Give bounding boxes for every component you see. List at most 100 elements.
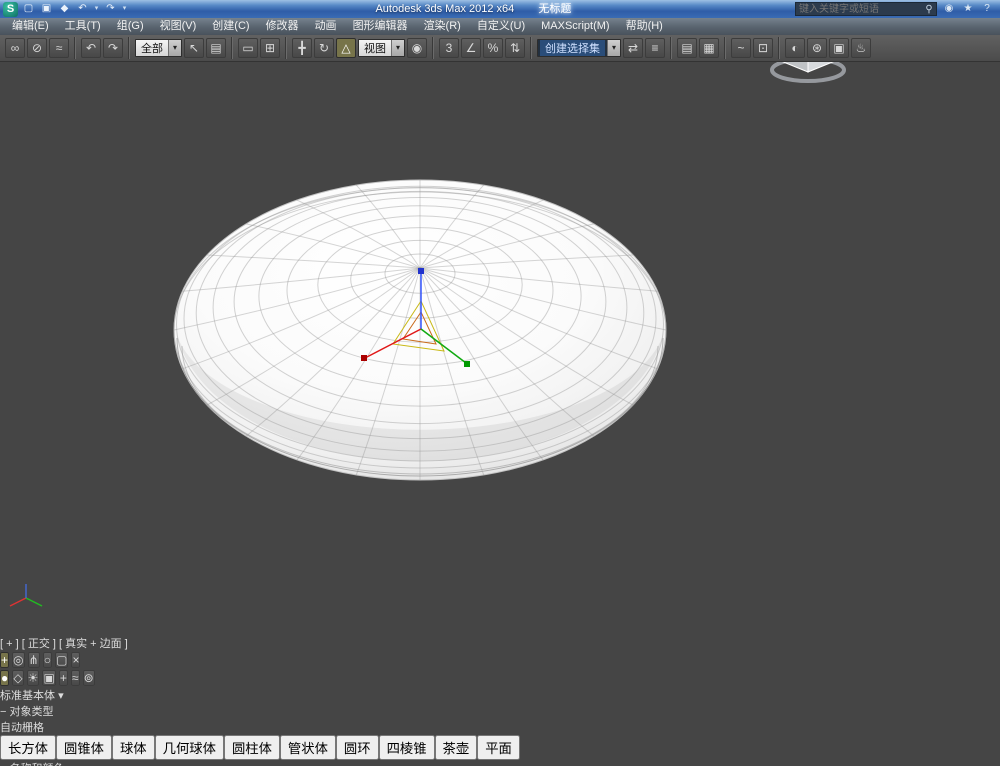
select-by-name-icon[interactable]: ▤ — [206, 38, 226, 58]
move-icon[interactable]: ╋ — [292, 38, 312, 58]
geometry-icon[interactable]: ● — [0, 670, 9, 686]
menubar-item-7[interactable]: 图形编辑器 — [345, 18, 416, 35]
primitive-button-1[interactable]: 圆锥体 — [56, 735, 112, 760]
menubar-item-3[interactable]: 视图(V) — [152, 18, 205, 35]
snap-3d-icon[interactable]: 3 — [439, 38, 459, 58]
open-file-icon[interactable]: ▣ — [39, 2, 54, 16]
curve-editor-icon[interactable]: ~ — [731, 38, 751, 58]
percent-snap-icon[interactable]: % — [483, 38, 503, 58]
undo-icon[interactable]: ↶ — [75, 2, 90, 16]
select-link-icon[interactable]: ∞ — [5, 38, 25, 58]
app-logo-icon[interactable]: S — [3, 2, 18, 17]
viewport-canvas[interactable] — [0, 0, 856, 632]
reference-coordinate-dropdown[interactable]: 视图▾ — [358, 39, 405, 57]
create-tab-icon[interactable]: + — [0, 652, 9, 668]
primitive-button-grid: 长方体圆锥体球体几何球体圆柱体管状体圆环四棱锥茶壶平面 — [0, 735, 1000, 760]
menu-bar: 编辑(E)工具(T)组(G)视图(V)创建(C)修改器动画图形编辑器渲染(R)自… — [0, 18, 1000, 35]
undo-icon[interactable]: ↶ — [81, 38, 101, 58]
viewport[interactable]: [ + ] [ 正交 ] [ 真实 + 边面 ] — [0, 0, 1000, 651]
dropdown-arrow-icon: ▾ — [168, 40, 181, 56]
select-object-icon[interactable]: ↖ — [184, 38, 204, 58]
3ds-max-window: S ▢ ▣ ◆ ↶ ▾ ↷ ▾ Autodesk 3ds Max 2012 x6… — [0, 0, 1000, 766]
menubar-item-10[interactable]: MAXScript(M) — [533, 18, 617, 35]
primitive-category-dropdown[interactable]: 标准基本体 ▾ — [0, 687, 1000, 703]
lights-icon[interactable]: ☀ — [27, 670, 40, 686]
primitive-button-0[interactable]: 长方体 — [0, 735, 56, 760]
viewport-general-menu[interactable]: [ + ] — [0, 638, 19, 650]
material-editor-icon[interactable]: ◐ — [785, 38, 805, 58]
align-icon[interactable]: ≡ — [645, 38, 665, 58]
autogrid-label: 自动栅格 — [0, 722, 44, 734]
helpers-icon[interactable]: + — [59, 670, 68, 686]
angle-snap-icon[interactable]: ∠ — [461, 38, 481, 58]
window-crossing-icon[interactable]: ⊞ — [260, 38, 280, 58]
utilities-tab-icon[interactable]: × — [71, 652, 80, 668]
primitive-button-8[interactable]: 茶壶 — [435, 735, 478, 760]
render-icon[interactable]: ♨ — [851, 38, 871, 58]
menubar-item-11[interactable]: 帮助(H) — [618, 18, 671, 35]
display-tab-icon[interactable]: ▢ — [55, 652, 68, 668]
pivot-icon[interactable]: ◉ — [407, 38, 427, 58]
menubar-item-8[interactable]: 渲染(R) — [416, 18, 469, 35]
rollout-object-type-label: 对象类型 — [10, 706, 54, 718]
scale-icon[interactable]: △ — [336, 38, 356, 58]
primitive-button-3[interactable]: 几何球体 — [155, 735, 224, 760]
unlink-icon[interactable]: ⊘ — [27, 38, 47, 58]
dropdown-arrow-icon[interactable]: ▾ — [121, 2, 128, 16]
selection-filter-dropdown[interactable]: 全部▾ — [135, 39, 182, 57]
title-bar: S ▢ ▣ ◆ ↶ ▾ ↷ ▾ Autodesk 3ds Max 2012 x6… — [0, 0, 1000, 18]
app-title: Autodesk 3ds Max 2012 x64 — [375, 3, 514, 15]
primitive-button-7[interactable]: 四棱锥 — [379, 735, 435, 760]
communication-icon[interactable]: ◉ — [942, 2, 956, 16]
spinner-snap-icon[interactable]: ⇅ — [505, 38, 525, 58]
menubar-item-9[interactable]: 自定义(U) — [469, 18, 533, 35]
menubar-item-4[interactable]: 创建(C) — [204, 18, 257, 35]
cameras-icon[interactable]: ▣ — [42, 670, 55, 686]
menubar-item-2[interactable]: 组(G) — [109, 18, 152, 35]
primitive-button-6[interactable]: 圆环 — [336, 735, 379, 760]
viewport-shading-menu[interactable]: [ 真实 + 边面 ] — [59, 638, 128, 650]
layers-icon[interactable]: ▤ — [677, 38, 697, 58]
infocenter-search-input[interactable] — [796, 3, 922, 15]
command-panel: + ◎ ⋔ ○ ▢ × ● ◇ ☀ ▣ + ≈ ⊚ 标准基本体 ▾ − 对象类型… — [0, 651, 1000, 766]
window-title: Autodesk 3ds Max 2012 x64 无标题 — [375, 0, 576, 18]
rotate-icon[interactable]: ↻ — [314, 38, 334, 58]
rendered-frame-icon[interactable]: ▣ — [829, 38, 849, 58]
menubar-item-6[interactable]: 动画 — [307, 18, 345, 35]
motion-tab-icon[interactable]: ○ — [43, 652, 52, 668]
modify-tab-icon[interactable]: ◎ — [12, 652, 24, 668]
primitive-button-2[interactable]: 球体 — [112, 735, 155, 760]
schematic-icon[interactable]: ⊡ — [753, 38, 773, 58]
render-setup-icon[interactable]: ⊛ — [807, 38, 827, 58]
bind-spacewarp-icon[interactable]: ≈ — [49, 38, 69, 58]
mirror-icon[interactable]: ⇄ — [623, 38, 643, 58]
menubar-item-0[interactable]: 编辑(E) — [4, 18, 57, 35]
redo-icon[interactable]: ↷ — [103, 2, 118, 16]
favorites-icon[interactable]: ★ — [961, 2, 975, 16]
rollout-minus-icon: − — [0, 706, 6, 718]
help-icon[interactable]: ? — [980, 2, 994, 16]
command-panel-tabs: + ◎ ⋔ ○ ▢ × — [0, 651, 1000, 669]
viewport-label: [ + ] [ 正交 ] [ 真实 + 边面 ] — [0, 635, 1000, 651]
dropdown-arrow-icon[interactable]: ▾ — [93, 2, 100, 16]
ribbon-icon[interactable]: ▦ — [699, 38, 719, 58]
primitive-button-9[interactable]: 平面 — [477, 735, 520, 760]
named-selection-dropdown[interactable]: 创建选择集▾ — [537, 39, 621, 57]
menubar-item-5[interactable]: 修改器 — [258, 18, 307, 35]
rollout-name-color[interactable]: − 名称和颜色 — [0, 760, 1000, 766]
document-title: 无标题 — [533, 3, 576, 15]
redo-icon[interactable]: ↷ — [103, 38, 123, 58]
spacewarps-icon[interactable]: ≈ — [71, 670, 80, 686]
shapes-icon[interactable]: ◇ — [12, 670, 23, 686]
save-file-icon[interactable]: ◆ — [57, 2, 72, 16]
hierarchy-tab-icon[interactable]: ⋔ — [28, 652, 40, 668]
new-file-icon[interactable]: ▢ — [21, 2, 36, 16]
primitive-button-4[interactable]: 圆柱体 — [224, 735, 280, 760]
systems-icon[interactable]: ⊚ — [83, 670, 95, 686]
viewport-pov-menu[interactable]: [ 正交 ] — [22, 638, 56, 650]
primitive-button-5[interactable]: 管状体 — [280, 735, 336, 760]
region-shape-icon[interactable]: ▭ — [238, 38, 258, 58]
search-icon[interactable]: ⚲ — [922, 4, 936, 15]
rollout-object-type[interactable]: − 对象类型 — [0, 703, 1000, 719]
menubar-item-1[interactable]: 工具(T) — [57, 18, 109, 35]
